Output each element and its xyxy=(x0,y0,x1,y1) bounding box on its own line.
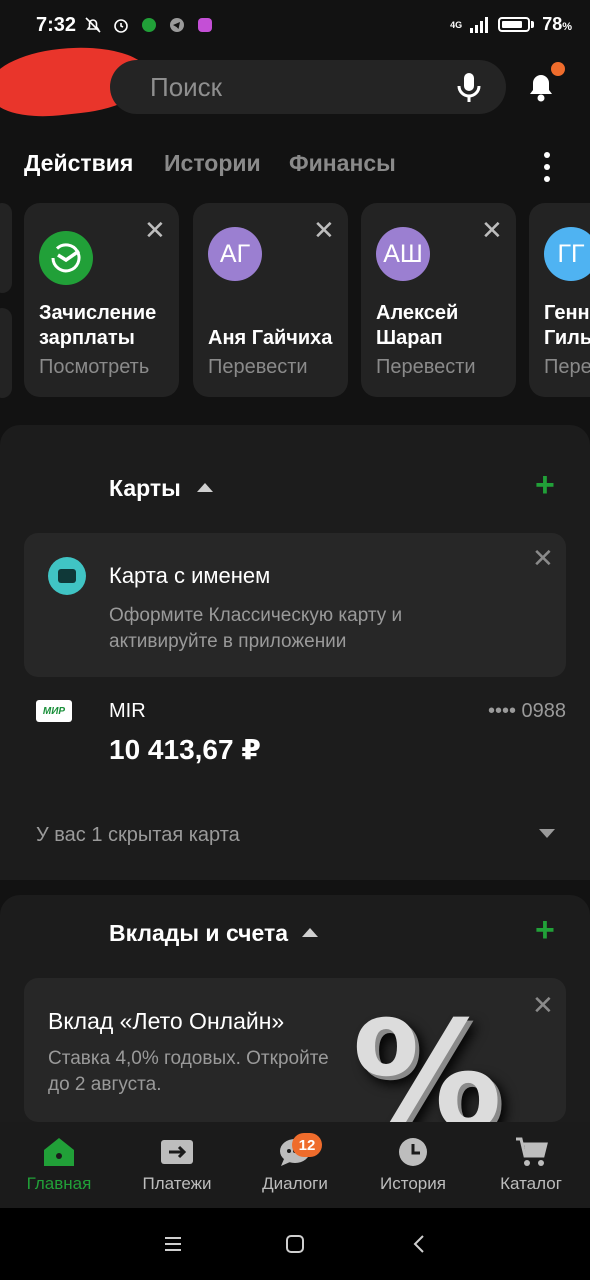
cart-icon xyxy=(516,1137,548,1166)
expand-arrow-icon[interactable] xyxy=(539,829,555,838)
search-input[interactable]: Поиск xyxy=(150,72,222,103)
quick-action-subtitle: Перевести xyxy=(208,356,308,378)
signal-icon xyxy=(470,16,489,33)
tab-finances[interactable]: Финансы xyxy=(289,150,396,177)
quick-action-title: Генн Гиль xyxy=(544,302,590,349)
card-number: •••• 0988 xyxy=(487,700,566,722)
home-button-icon[interactable] xyxy=(285,1235,305,1253)
deposits-section-title[interactable]: Вклады и счета xyxy=(109,920,288,947)
percent-graphic-clip: % xyxy=(24,978,566,1122)
back-icon[interactable] xyxy=(410,1235,430,1253)
dialogs-badge: 12 xyxy=(292,1133,322,1157)
nav-payments[interactable]: Платежи xyxy=(118,1136,236,1194)
tab-stories[interactable]: Истории xyxy=(164,150,261,177)
home-icon xyxy=(44,1138,74,1166)
close-icon[interactable]: ✕ xyxy=(144,215,166,246)
percent-graphic: % xyxy=(352,990,502,1122)
mir-logo-icon: МИР xyxy=(36,700,72,722)
quick-action-card-partial[interactable] xyxy=(0,308,12,398)
close-icon[interactable]: ✕ xyxy=(532,990,554,1021)
card-icon xyxy=(48,557,86,595)
add-deposit-button[interactable]: + xyxy=(535,911,555,950)
sber-app-icon xyxy=(142,18,156,32)
battery-icon xyxy=(498,17,531,32)
nav-history[interactable]: История xyxy=(354,1136,472,1194)
microphone-icon[interactable] xyxy=(456,71,482,105)
payments-icon xyxy=(161,1140,193,1164)
quick-action-subtitle: Перевести xyxy=(376,356,476,378)
quick-action-title: Алексей Шарап xyxy=(376,302,459,349)
battery-level: 78% xyxy=(542,14,572,34)
quick-action-subtitle: Посмотреть xyxy=(39,356,150,378)
avatar: ГГ xyxy=(544,227,590,281)
clock-icon xyxy=(399,1138,427,1166)
app-icon xyxy=(198,18,212,32)
close-icon[interactable]: ✕ xyxy=(481,215,503,246)
status-time: 7:32 xyxy=(36,14,77,36)
battery-cap xyxy=(531,21,535,28)
quick-action-title: Зачисление зарплаты xyxy=(39,302,157,349)
cards-section-title[interactable]: Карты xyxy=(109,475,181,502)
card-name[interactable]: MIR xyxy=(109,700,146,723)
add-card-button[interactable]: + xyxy=(535,466,555,505)
collapse-arrow-icon[interactable] xyxy=(197,483,213,492)
status-notification-icons xyxy=(84,16,214,34)
bell-off-icon xyxy=(85,17,101,33)
more-menu-icon[interactable] xyxy=(540,152,554,182)
network-label: 4G xyxy=(450,19,463,30)
tab-actions[interactable]: Действия xyxy=(24,150,133,177)
nav-home[interactable]: Главная xyxy=(0,1136,118,1194)
hidden-cards-toggle[interactable]: У вас 1 скрытая карта xyxy=(36,824,240,847)
close-icon[interactable]: ✕ xyxy=(532,543,554,574)
alarm-icon xyxy=(114,19,128,33)
collapse-arrow-icon[interactable] xyxy=(302,928,318,937)
avatar: АШ xyxy=(376,227,430,281)
close-icon[interactable]: ✕ xyxy=(313,215,335,246)
sber-logo-icon xyxy=(39,231,93,290)
notification-dot xyxy=(551,62,565,76)
status-system-icons: 4G 78% xyxy=(450,14,572,35)
card-balance[interactable]: 10 413,67 ₽ xyxy=(109,733,261,766)
avatar: АГ xyxy=(208,227,262,281)
quick-action-subtitle: Пере xyxy=(544,356,590,378)
telegram-icon xyxy=(170,18,184,32)
promo-text: Оформите Классическую карту и активируйт… xyxy=(109,605,403,652)
nav-catalog[interactable]: Каталог xyxy=(472,1136,590,1194)
quick-action-card-partial[interactable] xyxy=(0,203,12,293)
recents-icon[interactable] xyxy=(163,1235,183,1253)
quick-action-title: Аня Гайчиха xyxy=(208,327,333,349)
promo-title: Карта с именем xyxy=(109,563,271,588)
